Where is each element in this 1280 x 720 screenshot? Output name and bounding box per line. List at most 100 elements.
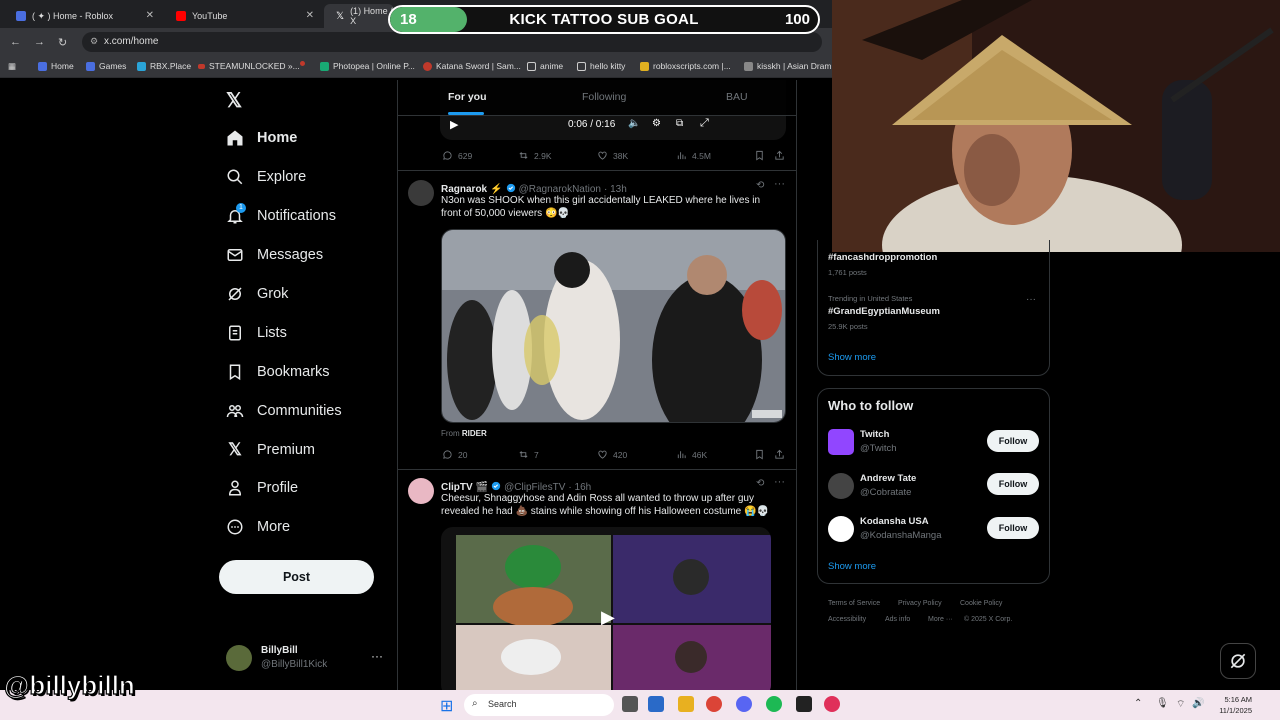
bookmark-home[interactable]: Home [38,61,74,71]
bookmark-photopea[interactable]: Photopea | Online P... [320,61,415,71]
settings-icon[interactable]: ⚙ [652,118,661,129]
avatar[interactable] [408,478,434,504]
avatar[interactable] [408,180,434,206]
grok-icon[interactable]: ⟲ [756,180,764,191]
tab-youtube[interactable]: YouTube ✕ [164,4,322,28]
sidebar-item-more[interactable]: More [226,518,290,536]
taskbar-search[interactable]: ⌕ Search [464,694,614,716]
tab-bau[interactable]: BAU [726,91,748,103]
widgets-icon[interactable] [648,696,664,712]
volume-icon[interactable]: 🔈 [628,118,640,129]
trend-tag[interactable]: #GrandEgyptianMuseum [828,306,940,317]
reply-button[interactable]: 629 [442,150,472,161]
play-icon[interactable]: ▶ [601,607,615,628]
post-author-handle[interactable]: @RagnarokNation [519,184,601,195]
more-dots-icon[interactable]: ··· [774,476,785,488]
sidebar-item-grok[interactable]: Grok [226,285,288,303]
close-icon[interactable]: ✕ [306,10,314,21]
post-author-name[interactable]: ClipTV [441,482,473,493]
volume-icon[interactable]: 🔊 [1192,698,1204,709]
spotify-icon[interactable] [766,696,782,712]
grok-icon[interactable]: ⟲ [756,478,764,489]
avatar[interactable] [828,473,854,499]
like-button[interactable]: 38K [597,150,628,161]
discord-icon[interactable] [736,696,752,712]
follow-name[interactable]: Kodansha USA [860,516,929,527]
bookmark-katana[interactable]: Katana Sword | Sam... [423,61,521,71]
play-icon[interactable]: ▶ [450,118,458,131]
chevron-up-icon[interactable]: ⌃ [1134,698,1142,709]
sidebar-item-messages[interactable]: Messages [226,246,323,264]
chrome-icon[interactable] [706,696,722,712]
follow-button[interactable]: Follow [987,473,1039,495]
more-dots-icon[interactable]: ··· [774,178,785,190]
bookmark-games[interactable]: Games [86,61,126,71]
bookmark-icon[interactable] [754,449,770,460]
bookmark-rbxplace[interactable]: RBX.Place [137,61,191,71]
repost-button[interactable]: 2.9K [518,150,552,161]
apps-icon[interactable]: ▦ [8,61,16,72]
sidebar-item-premium[interactable]: 𝕏 Premium [226,440,315,459]
repost-button[interactable]: 7 [518,449,539,460]
tab-for-you[interactable]: For you [448,91,487,103]
more-dots-icon[interactable]: ··· [1026,294,1036,305]
share-icon[interactable] [774,150,790,161]
bookmark-kisskh[interactable]: kisskh | Asian Dram... [744,61,839,71]
footer-link[interactable]: Terms of Service [828,600,880,607]
footer-link[interactable]: Privacy Policy [898,600,942,607]
tab-x-home[interactable]: 𝕏 (1) Home / X [324,4,394,28]
tab-following[interactable]: Following [582,91,626,103]
bookmark-anime[interactable]: anime [527,61,563,71]
close-icon[interactable]: ✕ [146,10,154,21]
grok-button[interactable] [1220,643,1256,679]
pip-icon[interactable]: ⧉ [676,118,683,129]
task-view-icon[interactable] [622,696,638,712]
back-icon[interactable]: ← [10,36,21,48]
reply-button[interactable]: 20 [442,449,467,460]
sidebar-item-explore[interactable]: Explore [226,168,306,186]
bookmark-steamunlocked[interactable]: STEAMUNLOCKED »... [198,61,300,71]
bookmark-pin[interactable] [300,61,309,66]
sidebar-item-notifications[interactable]: 1 Notifications [226,203,336,225]
account-switcher[interactable]: BillyBill @BillyBill1Kick ··· [226,643,396,673]
forward-icon[interactable]: → [34,36,45,48]
bookmark-hello-kitty[interactable]: hello kitty [577,61,625,71]
media-source-name[interactable]: RIDER [462,429,487,438]
show-more-link[interactable]: Show more [828,561,876,572]
post-button[interactable]: Post [219,560,374,594]
like-button[interactable]: 420 [597,449,627,460]
footer-link[interactable]: Ads info [885,616,910,623]
sidebar-item-home[interactable]: Home [226,129,297,147]
windows-start-icon[interactable]: ⊞ [440,696,453,716]
follow-name[interactable]: Andrew Tate [860,473,916,484]
footer-link[interactable]: Accessibility [828,616,866,623]
views-button[interactable]: 46K [676,449,707,460]
wifi-icon[interactable]: ⌔ [1176,698,1185,711]
post-media[interactable]: ▶ [441,527,771,690]
sidebar-item-communities[interactable]: Communities [226,402,342,420]
taskbar-clock[interactable]: 5:16 AM 11/1/2025 [1219,694,1252,716]
sidebar-item-profile[interactable]: Profile [226,479,298,497]
kodansha-icon[interactable] [828,516,854,542]
post-author-name[interactable]: Ragnarok [441,184,487,195]
follow-button[interactable]: Follow [987,517,1039,539]
post-time[interactable]: · 16h [568,482,591,493]
share-icon[interactable] [774,449,790,460]
post-media[interactable] [441,229,786,423]
sidebar-item-lists[interactable]: Lists [226,324,287,342]
fullscreen-icon[interactable]: ⤢ [700,117,709,130]
follow-button[interactable]: Follow [987,430,1039,452]
tab-roblox[interactable]: ( ✦ ) Home - Roblox ✕ [4,4,162,28]
more-dots-icon[interactable]: ··· [371,649,383,663]
post-author-handle[interactable]: @ClipFilesTV [504,482,565,493]
url-field[interactable]: ⚙ x.com/home [82,32,822,52]
footer-link[interactable]: Cookie Policy [960,600,1002,607]
sidebar-item-bookmarks[interactable]: Bookmarks [226,363,330,381]
show-more-link[interactable]: Show more [828,352,876,363]
microphone-icon[interactable]: 🎙 [1156,698,1169,709]
bookmark-icon[interactable] [754,150,770,161]
follow-name[interactable]: Twitch [860,429,889,440]
twitch-icon[interactable] [828,429,854,455]
app-icon[interactable] [796,696,812,712]
opera-icon[interactable] [824,696,840,712]
